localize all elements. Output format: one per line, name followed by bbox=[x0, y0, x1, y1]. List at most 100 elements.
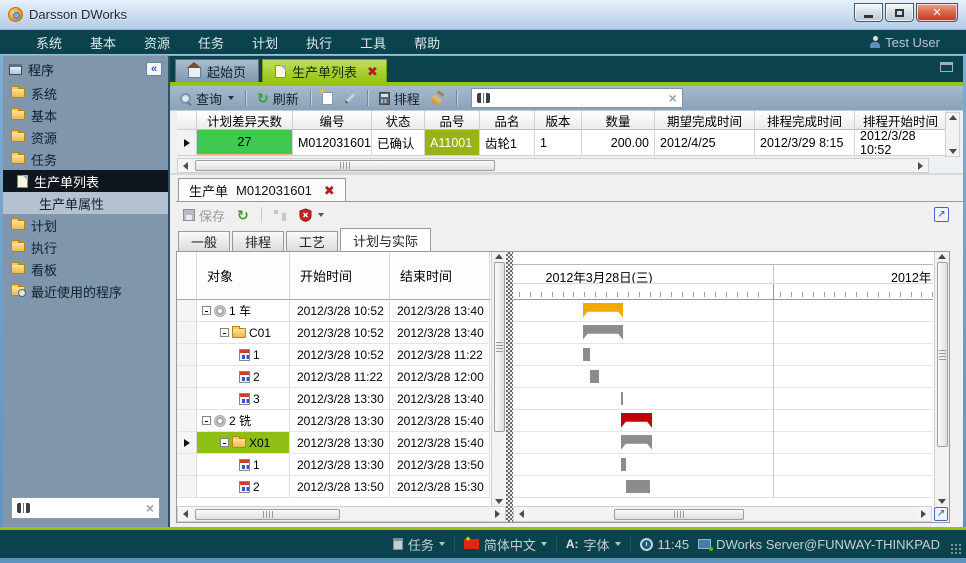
column-header[interactable]: 排程完成时间 bbox=[755, 111, 855, 130]
gantt-bar[interactable] bbox=[583, 325, 624, 340]
tree-row[interactable]: 32012/3/28 13:302012/3/28 13:40 bbox=[177, 388, 490, 410]
tree-object-cell[interactable]: C01 bbox=[197, 322, 290, 344]
tree-hscrollbar[interactable] bbox=[177, 506, 506, 522]
tab-production-order-list[interactable]: 生产单列表 ✖ bbox=[262, 59, 387, 82]
tree-row[interactable]: 12012/3/28 13:302012/3/28 13:50 bbox=[177, 454, 490, 476]
tree-expander-icon[interactable] bbox=[202, 306, 211, 315]
gantt-bar[interactable] bbox=[621, 435, 652, 450]
tree-node[interactable]: 1 bbox=[197, 454, 289, 475]
tree-node[interactable]: 2 bbox=[197, 476, 289, 497]
scroll-left-button[interactable] bbox=[178, 507, 193, 521]
scroll-up-button[interactable] bbox=[949, 115, 957, 120]
tree-expander-icon[interactable] bbox=[220, 438, 229, 447]
dropdown-icon[interactable] bbox=[439, 542, 445, 546]
tree-object-cell[interactable]: X01 bbox=[197, 432, 290, 454]
sidebar-item[interactable]: 执行 bbox=[3, 236, 168, 258]
scroll-up-button[interactable] bbox=[938, 254, 946, 259]
tree-object-cell[interactable]: 1 bbox=[197, 454, 290, 476]
gantt-bar[interactable] bbox=[621, 458, 626, 471]
clear-search-icon[interactable]: × bbox=[146, 501, 154, 515]
scroll-right-button[interactable] bbox=[916, 507, 931, 521]
close-detail-tab-icon[interactable]: ✖ bbox=[324, 184, 335, 197]
flow-button[interactable] bbox=[271, 208, 290, 223]
gantt-vscrollbar[interactable] bbox=[934, 252, 949, 506]
close-tab-icon[interactable]: ✖ bbox=[367, 65, 378, 78]
tree-row[interactable]: 22012/3/28 13:502012/3/28 15:30 bbox=[177, 476, 490, 498]
scroll-right-button[interactable] bbox=[913, 159, 928, 172]
scroll-down-button[interactable] bbox=[949, 149, 957, 154]
grid-vscrollbar[interactable] bbox=[945, 112, 960, 157]
refresh-button[interactable]: ↻ 刷新 bbox=[254, 87, 302, 110]
collapse-sidebar-button[interactable]: « bbox=[146, 62, 162, 76]
tree-node[interactable]: 1 bbox=[197, 344, 289, 365]
tree-node[interactable]: 2 铣 bbox=[197, 410, 289, 431]
tree-row[interactable]: X012012/3/28 13:302012/3/28 15:40 bbox=[177, 432, 490, 454]
gantt-bar[interactable] bbox=[583, 303, 624, 318]
scroll-thumb[interactable] bbox=[614, 509, 744, 520]
tree-row[interactable]: 12012/3/28 10:522012/3/28 11:22 bbox=[177, 344, 490, 366]
close-button[interactable]: ✕ bbox=[916, 3, 958, 22]
column-header[interactable]: 排程开始时间 bbox=[855, 111, 947, 130]
subtab-active[interactable]: 计划与实际 bbox=[340, 228, 431, 251]
tree-row[interactable]: C012012/3/28 10:522012/3/28 13:40 bbox=[177, 322, 490, 344]
new-button[interactable] bbox=[319, 90, 336, 107]
tree-node[interactable]: 3 bbox=[197, 388, 289, 409]
clean-button[interactable] bbox=[428, 90, 448, 106]
grid-hscrollbar[interactable] bbox=[177, 158, 929, 173]
scroll-thumb[interactable] bbox=[494, 262, 505, 432]
gantt-bar[interactable] bbox=[583, 348, 590, 361]
dropdown-icon[interactable] bbox=[615, 542, 621, 546]
menu-item[interactable]: 系统 bbox=[22, 30, 76, 55]
menu-item[interactable]: 基本 bbox=[76, 30, 130, 55]
scroll-thumb[interactable] bbox=[195, 160, 495, 171]
tree-node[interactable]: 2 bbox=[197, 366, 289, 387]
detail-tab[interactable]: 生产单 M012031601 ✖ bbox=[178, 178, 346, 201]
clear-search-icon[interactable]: × bbox=[669, 91, 677, 105]
menu-item[interactable]: 计划 bbox=[238, 30, 292, 55]
column-header[interactable]: 版本 bbox=[535, 111, 582, 130]
tree-expander-icon[interactable] bbox=[202, 416, 211, 425]
scroll-down-button[interactable] bbox=[495, 499, 503, 504]
subtab-item[interactable]: 排程 bbox=[232, 231, 284, 251]
scroll-right-button[interactable] bbox=[490, 507, 505, 521]
sidebar-item[interactable]: 资源 bbox=[3, 126, 168, 148]
open-external-icon[interactable]: ↗ bbox=[934, 207, 949, 222]
column-header[interactable]: 数量 bbox=[582, 111, 655, 130]
menu-item[interactable]: 帮助 bbox=[400, 30, 454, 55]
tree-column-header[interactable]: 结束时间 bbox=[390, 252, 490, 300]
tree-vscrollbar[interactable] bbox=[491, 252, 506, 506]
menu-item[interactable]: 工具 bbox=[346, 30, 400, 55]
subtab-item[interactable]: 一般 bbox=[178, 231, 230, 251]
scroll-down-button[interactable] bbox=[938, 499, 946, 504]
gantt-fullview-icon[interactable]: ↗ bbox=[934, 507, 948, 521]
tree-node[interactable]: X01 bbox=[197, 432, 289, 453]
tree-object-cell[interactable]: 2 bbox=[197, 366, 290, 388]
tree-object-cell[interactable]: 3 bbox=[197, 388, 290, 410]
tree-expander-icon[interactable] bbox=[220, 328, 229, 337]
sidebar-item[interactable]: 计划 bbox=[3, 214, 168, 236]
sidebar-item[interactable]: 任务 bbox=[3, 148, 168, 170]
toolbar-search-input[interactable] bbox=[495, 91, 664, 105]
tree-object-cell[interactable]: 2 bbox=[197, 476, 290, 498]
tree-node[interactable]: 1 车 bbox=[197, 300, 289, 321]
column-header[interactable]: 计划差异天数 bbox=[197, 111, 293, 130]
tree-row[interactable]: 22012/3/28 11:222012/3/28 12:00 bbox=[177, 366, 490, 388]
column-header[interactable]: 品名 bbox=[480, 111, 535, 130]
sidebar-item[interactable]: 系统 bbox=[3, 82, 168, 104]
sidebar-item[interactable]: 生产单属性 bbox=[3, 192, 168, 214]
menu-item[interactable]: 资源 bbox=[130, 30, 184, 55]
grid-row[interactable]: 27M012031601已确认A11001齿轮11200.002012/4/25… bbox=[177, 130, 947, 156]
resize-grip[interactable] bbox=[950, 543, 962, 555]
tree-column-header[interactable]: 开始时间 bbox=[290, 252, 390, 300]
float-window-icon[interactable] bbox=[940, 62, 953, 72]
shield-dropdown-icon[interactable] bbox=[318, 213, 324, 217]
menu-item[interactable]: 任务 bbox=[184, 30, 238, 55]
sidebar-item[interactable]: 看板 bbox=[3, 258, 168, 280]
tree-object-cell[interactable]: 2 铣 bbox=[197, 410, 290, 432]
status-font-selector[interactable]: A: 字体 bbox=[566, 535, 621, 554]
status-language-selector[interactable]: 简体中文 bbox=[464, 535, 547, 554]
refresh-detail-button[interactable]: ↻ bbox=[234, 206, 252, 224]
tree-object-cell[interactable]: 1 车 bbox=[197, 300, 290, 322]
status-task-selector[interactable]: 任务 bbox=[393, 535, 445, 554]
shield-button[interactable] bbox=[296, 206, 327, 224]
